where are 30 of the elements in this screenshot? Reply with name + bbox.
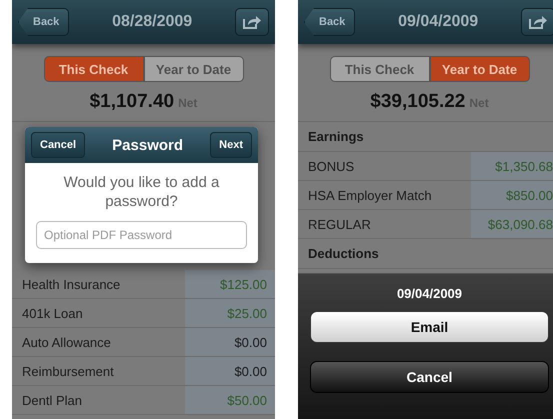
segment-tab[interactable]: This Check (44, 56, 144, 82)
net-amount: $1,107.40 (90, 91, 174, 113)
share-button[interactable] (521, 8, 553, 36)
item-amount: $25.00 (227, 306, 267, 320)
item-amount: $63,090.68 (488, 216, 553, 232)
share-icon (243, 15, 261, 29)
next-button[interactable]: Next (210, 132, 252, 158)
back-button[interactable]: Back (18, 8, 70, 36)
item-amount: $50.00 (227, 392, 267, 408)
item-amount: $0.00 (234, 334, 267, 350)
item-amount: $850.00 (506, 188, 553, 202)
password-field[interactable]: Optional PDF Password (36, 221, 247, 249)
back-button[interactable]: Back (304, 8, 356, 36)
net-amount: $39,105.22 (370, 91, 466, 113)
cancel-button[interactable]: Cancel (31, 132, 86, 158)
segment-tab[interactable]: This Check (330, 56, 430, 82)
item-amount: $0.00 (234, 364, 267, 378)
item-amount: $125.00 (220, 276, 267, 292)
share-icon (529, 15, 547, 29)
segment-tab[interactable]: Year to Date (144, 56, 244, 82)
share-button[interactable] (235, 8, 269, 36)
dialog-title: Password (112, 136, 184, 154)
cancel-button[interactable]: Cancel (310, 361, 549, 393)
nav-title: 08/28/2009 (112, 13, 192, 31)
item-amount: $1,350.68 (495, 158, 553, 174)
nav-title: 09/04/2009 (398, 13, 478, 31)
sheet-title: 09/04/2009 (396, 286, 462, 301)
email-button[interactable]: Email (310, 311, 549, 343)
dialog-question: Would you like to add a password? (62, 173, 220, 211)
segment-tab[interactable]: Year to Date (430, 56, 530, 82)
